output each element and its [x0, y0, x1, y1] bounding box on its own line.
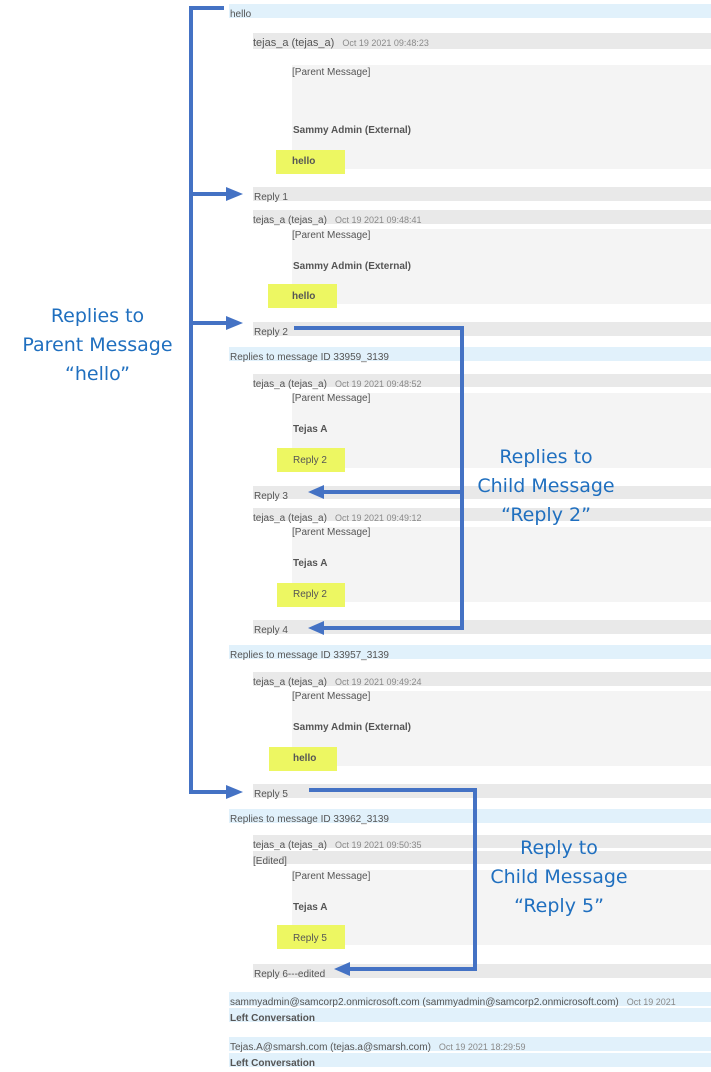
event-text: Left Conversation	[230, 1013, 316, 1024]
parent-message-label: [Parent Message]	[292, 691, 371, 702]
message-body: Reply 3	[254, 491, 288, 502]
timestamp: Oct 19 2021 09:49:12	[334, 513, 422, 523]
parent-message-text: hello	[292, 156, 316, 167]
parent-message-author: Sammy Admin (External)	[293, 261, 411, 272]
message-body: Reply 1	[254, 192, 288, 203]
message-body: Reply 5	[254, 789, 288, 800]
annotation-child-reply2: Replies to Child Message “Reply 2”	[466, 443, 626, 530]
message-body: Reply 4	[254, 625, 288, 636]
reply-group-header: Replies to message ID 33959_3139	[229, 347, 711, 363]
event-timestamp: Oct 19 2021 18:29:59	[438, 1042, 526, 1052]
annotation-line: Child Message	[477, 475, 615, 497]
annotation-line: Child Message	[490, 866, 628, 888]
parent-message-text: Reply 2	[293, 455, 327, 466]
annotation-line: Parent Message	[22, 334, 173, 356]
parent-message-author: Sammy Admin (External)	[293, 125, 411, 136]
timestamp: Oct 19 2021 09:48:52	[334, 379, 422, 389]
annotation-line: Replies to	[499, 446, 593, 468]
arrowhead-reply2-icon	[226, 316, 243, 330]
timestamp: Oct 19 2021 09:48:41	[334, 215, 422, 225]
parent-message-text: hello	[292, 291, 316, 302]
event-sender[interactable]: sammyadmin@samcorp2.onmicrosoft.com (sam…	[229, 997, 619, 1008]
message-body: Reply 2	[254, 327, 288, 338]
annotation-child-reply5: Reply to Child Message “Reply 5”	[479, 834, 639, 921]
message-body-bar: Reply 5	[253, 784, 711, 800]
reply-group-title: Replies to message ID 33962_3139	[230, 814, 389, 825]
timestamp: Oct 19 2021 09:50:35	[334, 840, 422, 850]
annotation-line: “Reply 5”	[514, 895, 604, 917]
sender-name[interactable]: tejas_a (tejas_a)	[253, 37, 334, 49]
root-message-text: hello	[230, 9, 252, 20]
event-meta: Tejas.A@smarsh.com (tejas.a@smarsh.com) O…	[229, 1037, 711, 1053]
sender-name[interactable]: tejas_a (tejas_a)	[253, 677, 327, 688]
message-meta: tejas_a (tejas_a) Oct 19 2021 09:48:41	[253, 210, 711, 226]
parent-message-author: Sammy Admin (External)	[293, 722, 411, 733]
edited-label: [Edited]	[253, 856, 287, 867]
event-meta: sammyadmin@samcorp2.onmicrosoft.com (sam…	[229, 992, 711, 1008]
reply-group-title: Replies to message ID 33957_3139	[230, 650, 389, 661]
annotation-line: Replies to	[50, 305, 145, 327]
timestamp: Oct 19 2021 09:49:24	[334, 677, 422, 687]
message-meta: tejas_a (tejas_a) Oct 19 2021 09:49:24	[253, 672, 711, 688]
arrowhead-reply1-icon	[226, 187, 243, 201]
annotation-line: “hello”	[65, 363, 130, 385]
sender-name[interactable]: tejas_a (tejas_a)	[253, 379, 327, 390]
parent-message-text: Reply 2	[293, 589, 327, 600]
event-body-bar: Left Conversation	[229, 1053, 711, 1069]
parent-message-quote	[292, 65, 711, 169]
message-meta: tejas_a (tejas_a) Oct 19 2021 09:48:52	[253, 374, 711, 390]
annotation-parent-replies: Replies to Parent Message “hello”	[10, 302, 185, 389]
annotation-line: “Reply 2”	[501, 504, 591, 526]
root-message-bar: hello	[229, 4, 711, 20]
parent-bracket-line	[189, 6, 230, 794]
reply-group-header: Replies to message ID 33957_3139	[229, 645, 711, 661]
parent-message-label: [Parent Message]	[292, 871, 371, 882]
parent-message-text: Reply 5	[293, 933, 327, 944]
sender-name[interactable]: tejas_a (tejas_a)	[253, 215, 327, 226]
parent-message-author: Tejas A	[293, 902, 328, 913]
annotation-line: Reply to	[520, 837, 598, 859]
parent-message-label: [Parent Message]	[292, 527, 371, 538]
event-body-bar: Left Conversation	[229, 1008, 711, 1024]
message-body-bar: Reply 2	[253, 322, 711, 338]
reply-group-title: Replies to message ID 33959_3139	[230, 352, 389, 363]
message-meta: tejas_a (tejas_a) Oct 19 2021 09:48:23	[253, 33, 711, 49]
sender-name[interactable]: tejas_a (tejas_a)	[253, 840, 327, 851]
timestamp: Oct 19 2021 09:48:23	[342, 38, 429, 48]
arrowhead-reply5-icon	[226, 785, 243, 799]
reply-group-header: Replies to message ID 33962_3139	[229, 809, 711, 825]
message-body-bar: Reply 4	[253, 620, 711, 636]
parent-message-author: Tejas A	[293, 424, 328, 435]
message-body-bar: Reply 6---edited	[253, 964, 711, 980]
parent-message-text: hello	[293, 753, 317, 764]
parent-message-label: [Parent Message]	[292, 230, 371, 241]
event-timestamp: Oct 19 2021	[626, 997, 676, 1007]
event-text: Left Conversation	[230, 1058, 316, 1069]
event-sender[interactable]: Tejas.A@smarsh.com (tejas.a@smarsh.com)	[229, 1042, 431, 1053]
parent-message-author: Tejas A	[293, 558, 328, 569]
parent-message-label: [Parent Message]	[292, 67, 371, 78]
message-body: Reply 6---edited	[254, 969, 326, 980]
message-body-bar: Reply 1	[253, 187, 711, 203]
parent-message-label: [Parent Message]	[292, 393, 371, 404]
sender-name[interactable]: tejas_a (tejas_a)	[253, 513, 327, 524]
